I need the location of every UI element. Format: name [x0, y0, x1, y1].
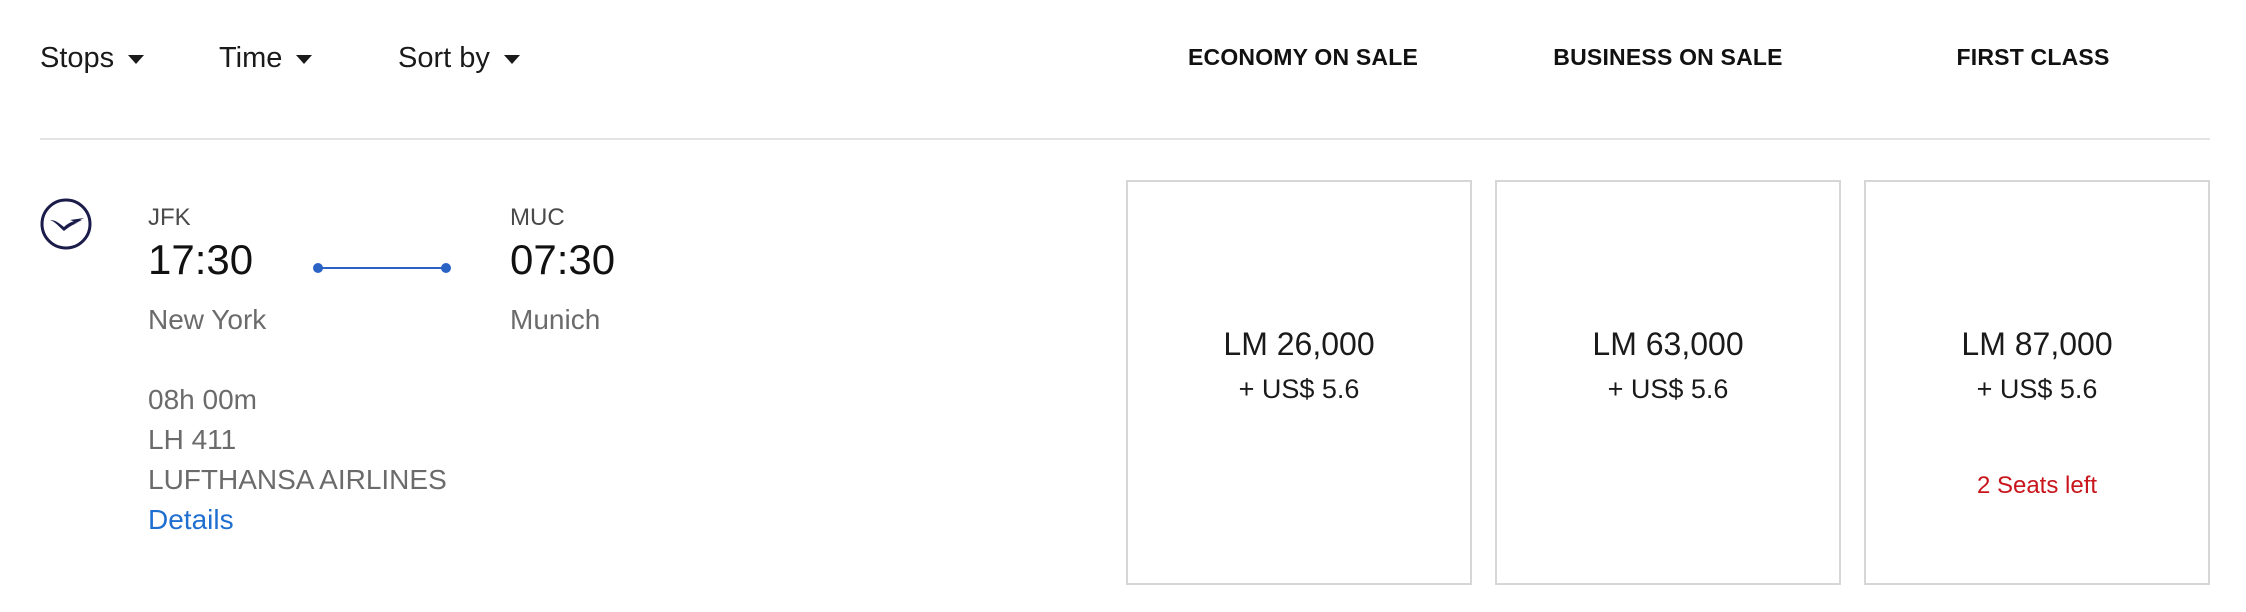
stops-filter-label: Stops	[40, 41, 115, 74]
flight-number: LH 411	[148, 424, 237, 455]
first-class-fare-tax: + US$ 5.6	[1976, 374, 2098, 404]
destination-airport-code: MUC	[510, 204, 565, 231]
economy-fare-tax: + US$ 5.6	[1238, 374, 1360, 404]
flight-results: Stops Time Sort by ECONOMY ON SALE BUSIN…	[0, 0, 2246, 612]
lufthansa-crane-icon	[40, 198, 92, 250]
origin-city: New York	[148, 304, 267, 335]
seats-left-badge: 2 Seats left	[1976, 472, 2098, 499]
first-class-fare-card[interactable]: LM 87,000 + US$ 5.6 2 Seats left	[1864, 180, 2210, 585]
arrival-time: 07:30	[510, 236, 616, 283]
flight-duration: 08h 00m	[148, 384, 257, 415]
header-divider	[40, 138, 2210, 140]
economy-column-header: ECONOMY ON SALE	[1187, 44, 1419, 70]
business-fare-miles: LM 63,000	[1592, 326, 1744, 362]
business-fare-tax: + US$ 5.6	[1607, 374, 1729, 404]
first-class-fare-miles: LM 87,000	[1961, 326, 2113, 362]
sort-by-filter[interactable]: Sort by	[398, 40, 520, 76]
details-link[interactable]: Details	[148, 504, 234, 536]
economy-fare-card[interactable]: LM 26,000 + US$ 5.6	[1126, 180, 1472, 585]
destination-city: Munich	[510, 304, 601, 335]
caret-down-icon	[503, 54, 520, 64]
business-fare-card[interactable]: LM 63,000 + US$ 5.6	[1495, 180, 1841, 585]
time-filter-label: Time	[219, 41, 283, 74]
time-filter[interactable]: Time	[219, 40, 313, 76]
first-class-column-header: FIRST CLASS	[1956, 44, 2110, 70]
departure-time: 17:30	[148, 236, 254, 283]
origin-airport-code: JFK	[148, 204, 191, 231]
economy-fare-miles: LM 26,000	[1223, 326, 1375, 362]
caret-down-icon	[296, 54, 313, 64]
stops-filter[interactable]: Stops	[40, 40, 145, 76]
caret-down-icon	[128, 54, 145, 64]
business-column-header: BUSINESS ON SALE	[1553, 44, 1783, 70]
route-line	[313, 263, 451, 273]
airline-name: LUFTHANSA AIRLINES	[148, 464, 447, 495]
sort-by-filter-label: Sort by	[398, 41, 490, 74]
